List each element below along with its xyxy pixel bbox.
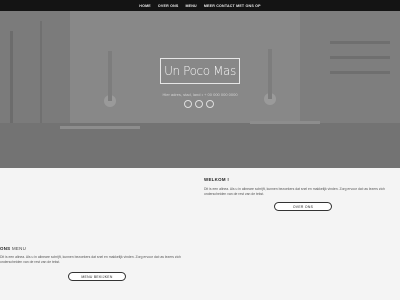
nav-item-menu[interactable]: MENU bbox=[185, 4, 196, 8]
menu-title: ONS MENU bbox=[0, 246, 200, 251]
welcome-text: Dit is een alinea. Als u in alineare sch… bbox=[204, 187, 385, 196]
menu-bekijken-button[interactable]: MENU BEKIJKEN bbox=[68, 272, 126, 281]
top-navigation: HOME OVER ONS MENU MEER CONTACT MET ONS … bbox=[0, 0, 400, 11]
instagram-icon[interactable] bbox=[195, 100, 203, 108]
over-ons-button[interactable]: OVER ONS bbox=[274, 202, 332, 211]
logo-frame: Un Poco Mas bbox=[160, 58, 240, 84]
logo: Un Poco Mas bbox=[164, 64, 236, 78]
nav-item-contact[interactable]: MEER CONTACT MET ONS OP bbox=[204, 4, 261, 8]
nav-item-home[interactable]: HOME bbox=[139, 4, 151, 8]
welcome-section: WELKOM ! Dit is een alinea. Als u in ali… bbox=[204, 177, 394, 197]
facebook-icon[interactable] bbox=[184, 100, 192, 108]
menu-text: Dit is een alinea. Als u in alineare sch… bbox=[0, 255, 181, 264]
social-links bbox=[184, 100, 214, 108]
menu-title-light: MENU bbox=[11, 246, 27, 251]
menu-section: ONS MENU Dit is een alinea. Als u in ali… bbox=[0, 246, 200, 265]
tripadvisor-icon[interactable] bbox=[206, 100, 214, 108]
restaurant-interior-background bbox=[0, 11, 400, 168]
nav-item-over-ons[interactable]: OVER ONS bbox=[158, 4, 179, 8]
hero-contact-line: Hier adres, stad, land • + 00 000 000 00… bbox=[162, 92, 238, 97]
menu-title-bold: ONS bbox=[0, 246, 11, 251]
hero-banner: Un Poco Mas Hier adres, stad, land • + 0… bbox=[0, 11, 400, 168]
welcome-title: WELKOM ! bbox=[204, 177, 230, 182]
